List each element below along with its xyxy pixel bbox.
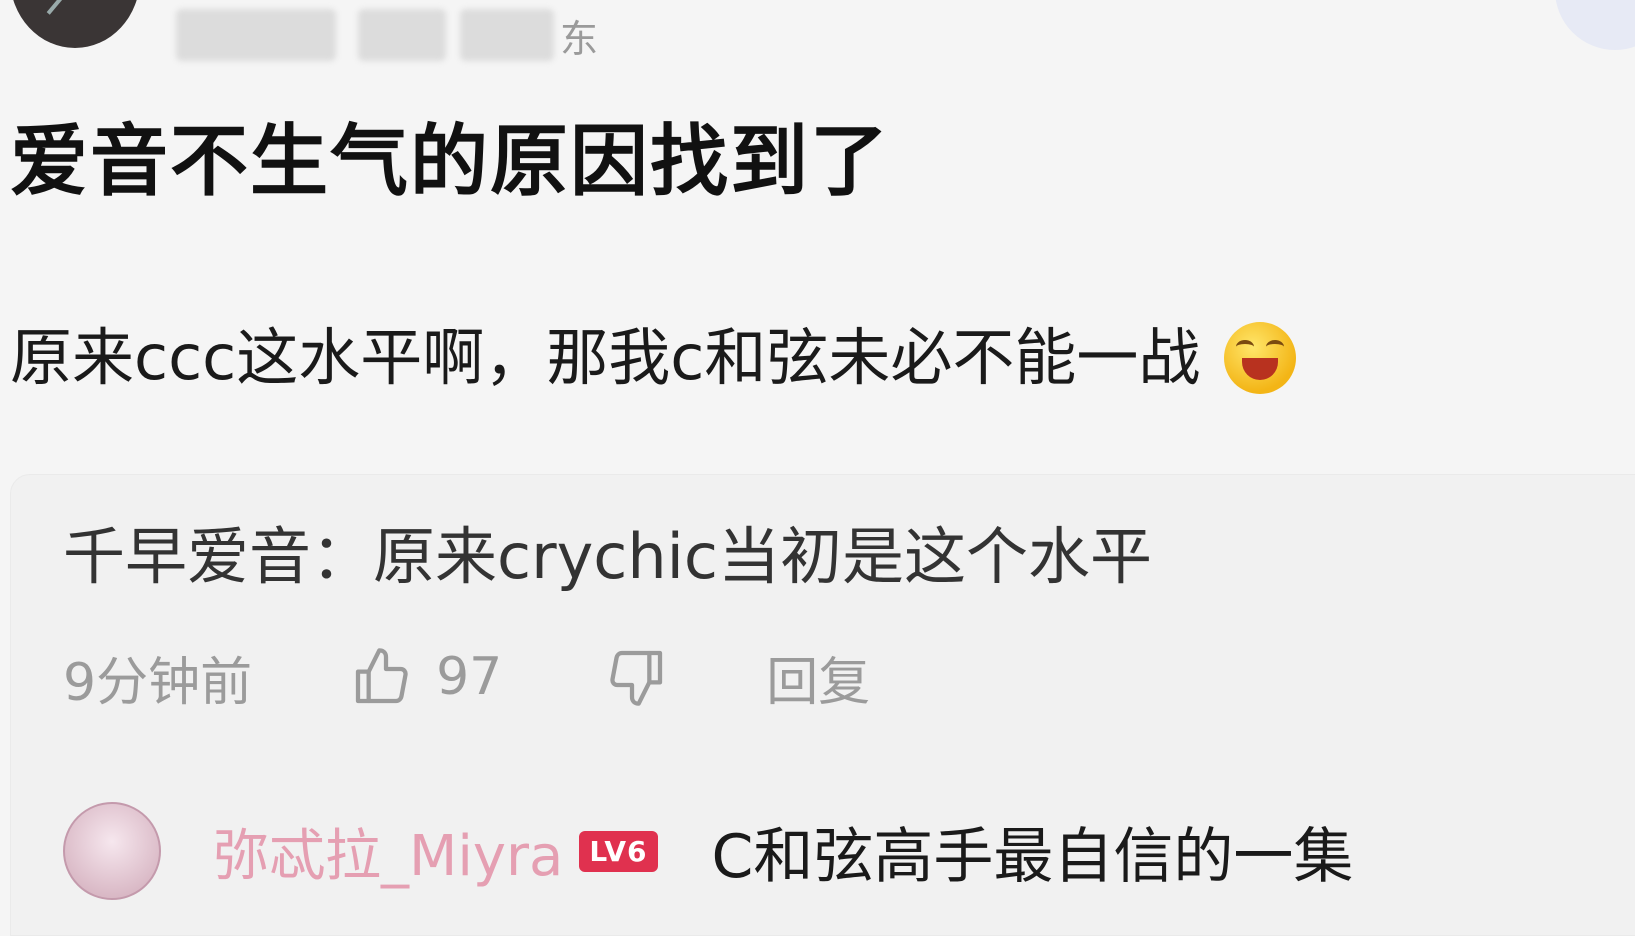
ip-location: 东 — [560, 16, 599, 61]
post-body-text: 原来ccc这水平啊，那我c和弦未必不能一战 — [10, 321, 1201, 394]
blurred-meta — [460, 9, 554, 61]
thumbs-up-icon — [355, 648, 408, 704]
like-count: 97 — [436, 647, 503, 707]
sub-reply-username[interactable]: 弥忒拉_Miyra — [213, 811, 563, 892]
author-info: 东 — [176, 6, 598, 64]
sub-reply: 弥忒拉_Miyra LV6 C和弦高手最自信的一集 — [63, 801, 1353, 901]
post-body: 原来ccc这水平啊，那我c和弦未必不能一战 — [10, 318, 1297, 398]
like-button[interactable]: 97 — [350, 645, 502, 709]
post-title: 爱音不生气的原因找到了 — [10, 117, 891, 207]
reply-button[interactable]: 回复 — [766, 640, 870, 715]
thumbs-down-icon — [610, 650, 663, 706]
comment-time: 9分钟前 — [63, 652, 253, 713]
author-avatar[interactable] — [10, 0, 140, 48]
sub-reply-text: C和弦高手最自信的一集 — [711, 821, 1354, 892]
laughing-emoji-icon — [1224, 322, 1297, 394]
level-badge: LV6 — [579, 830, 658, 872]
dislike-button[interactable] — [604, 645, 668, 709]
comment-text: 千早爱音：原来crychic当初是这个水平 — [63, 520, 1152, 593]
comment-meta: 9分钟前 97 回复 — [63, 637, 870, 717]
blurred-username — [176, 9, 336, 61]
blurred-meta — [358, 9, 446, 61]
comment-card: 千早爱音：原来crychic当初是这个水平 9分钟前 97 回复 弥忒拉_Miy… — [10, 474, 1635, 936]
sub-reply-avatar[interactable] — [63, 802, 161, 900]
follow-button[interactable] — [1555, 0, 1635, 50]
post-header: 东 — [0, 0, 1635, 80]
